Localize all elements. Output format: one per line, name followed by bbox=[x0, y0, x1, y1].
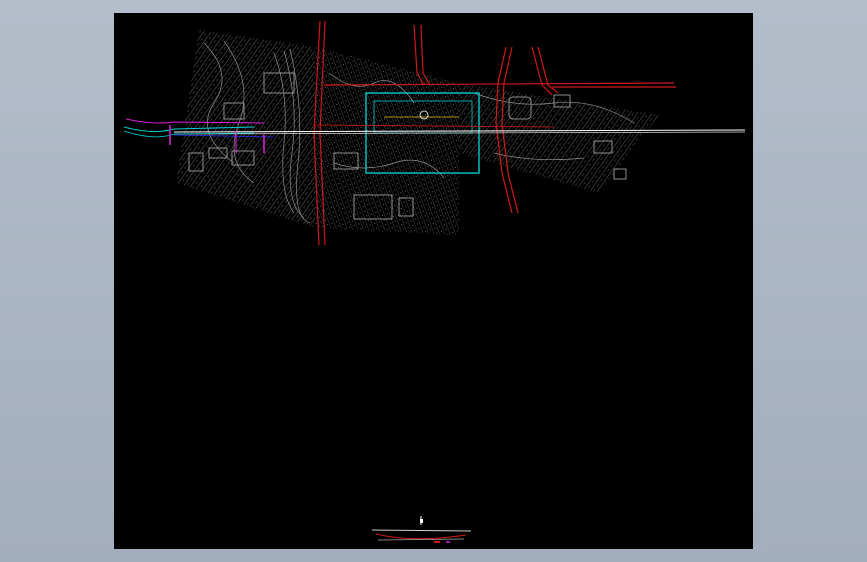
road-diag-2b bbox=[537, 46, 559, 94]
road-diag-2 bbox=[531, 46, 553, 96]
cad-drawing bbox=[123, 20, 746, 543]
longitudinal-profile-strip[interactable] bbox=[371, 516, 472, 543]
terrain-area-center bbox=[315, 47, 459, 235]
cad-canvas[interactable] bbox=[114, 13, 753, 549]
terrain-area-right bbox=[459, 83, 659, 193]
